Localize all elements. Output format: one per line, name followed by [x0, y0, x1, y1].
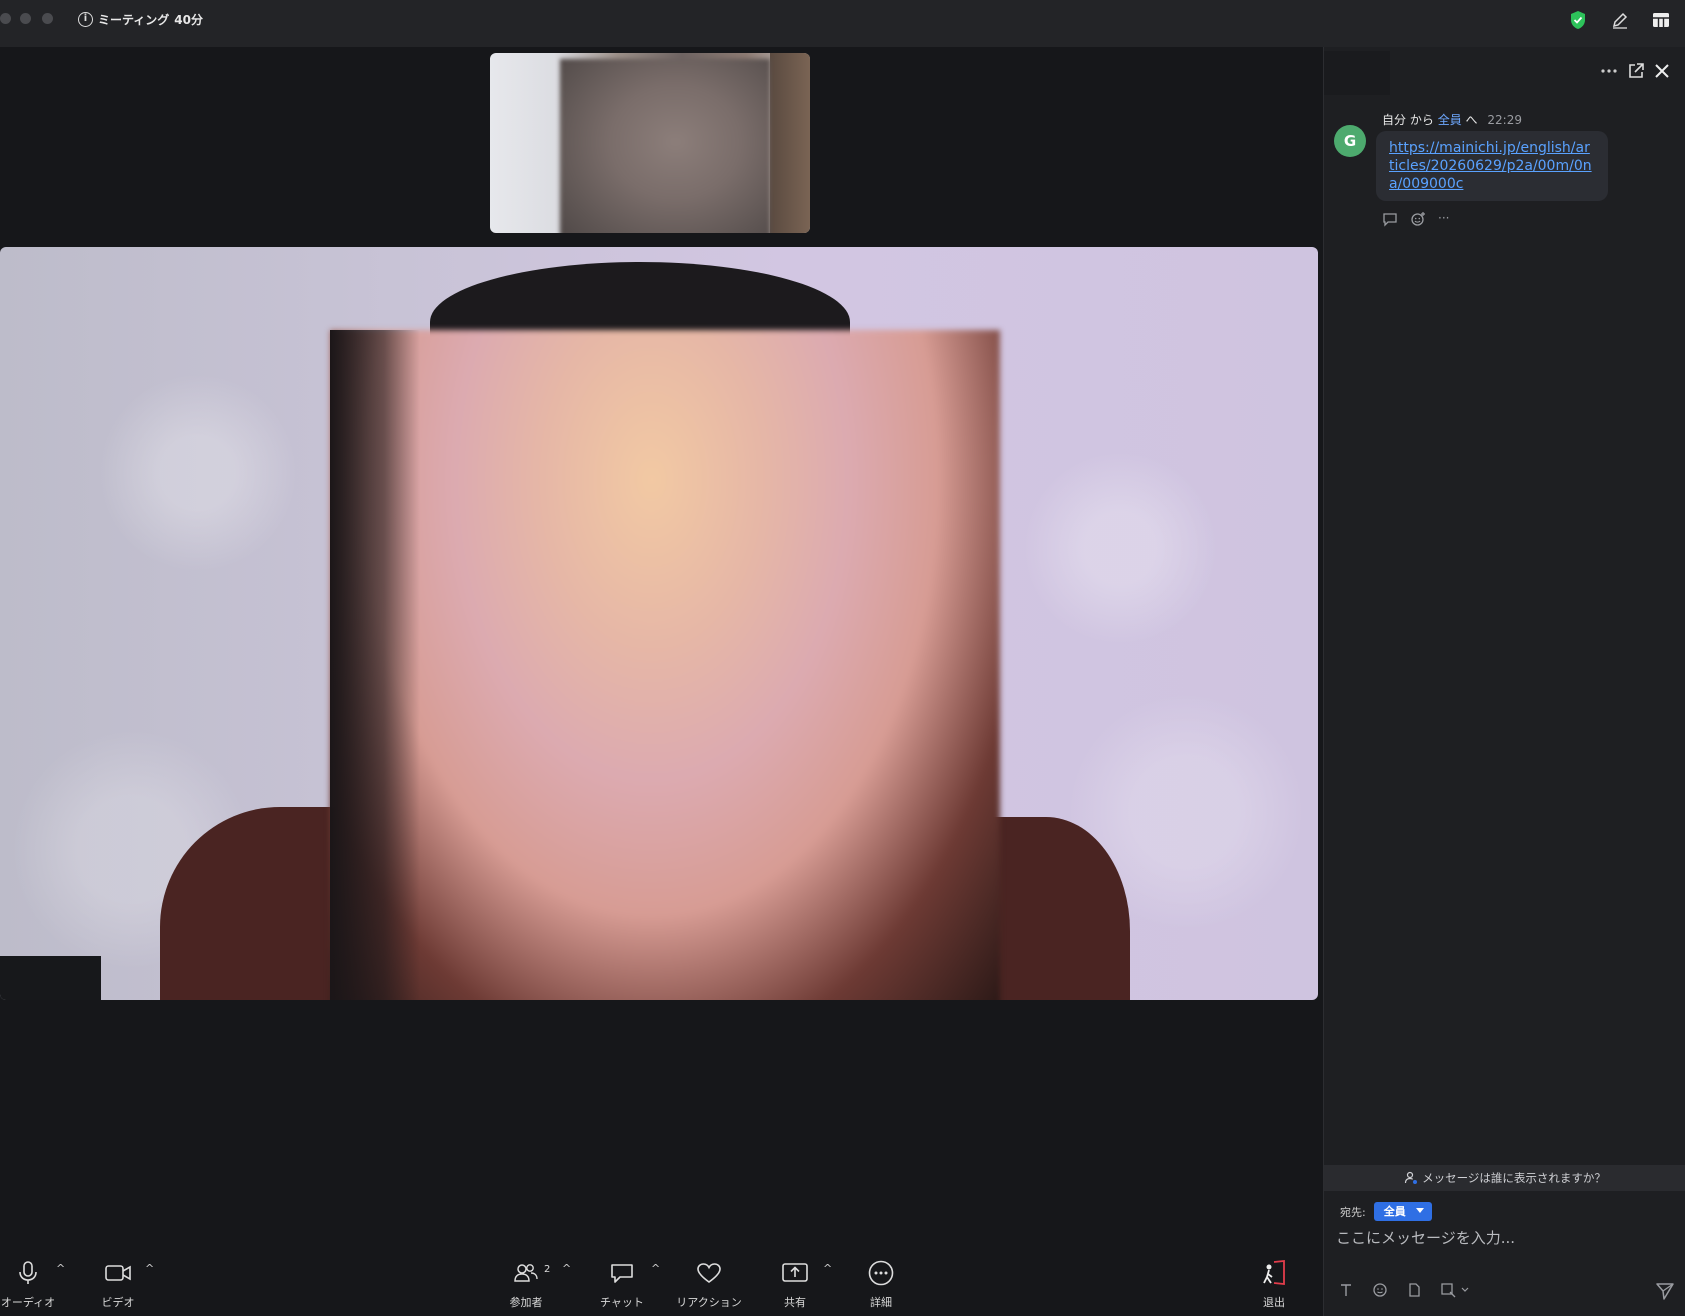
- video-options-caret[interactable]: ^: [145, 1262, 154, 1275]
- recipient-value: 全員: [1383, 1205, 1406, 1218]
- more-message-actions[interactable]: ···: [1438, 211, 1449, 227]
- message-bubble: https://mainichi.jp/english/articles/202…: [1376, 131, 1608, 201]
- avatar: G: [1334, 125, 1366, 157]
- message-actions: ···: [1382, 211, 1449, 227]
- visibility-notice-text: メッセージは誰に表示されますか？: [1422, 1171, 1606, 1185]
- audio-options-caret[interactable]: ^: [56, 1262, 65, 1275]
- chat-label: チャット: [600, 1296, 644, 1309]
- file-icon[interactable]: [1406, 1282, 1422, 1298]
- leave-door-icon: [1263, 1260, 1285, 1285]
- video-stage: [0, 47, 1323, 1250]
- meeting-label: ミーティング: [98, 13, 170, 27]
- share-label: 共有: [784, 1296, 806, 1309]
- more-button[interactable]: 詳細: [841, 1258, 921, 1310]
- video-camera-icon: [105, 1265, 131, 1281]
- window-zoom-button[interactable]: [42, 13, 53, 24]
- more-options-icon[interactable]: [1599, 61, 1619, 81]
- message-meta: 自分 から 全員 へ 22:29: [1382, 111, 1522, 128]
- meeting-duration: 40分: [174, 13, 203, 27]
- zoom-meeting-window: i ミーティング 40分 オーディオ ^ ビデオ ^ 参加者 2 ^ チャット …: [0, 0, 1685, 1316]
- message-link[interactable]: https://mainichi.jp/english/articles/202…: [1389, 140, 1592, 192]
- emoji-icon[interactable]: [1372, 1282, 1388, 1298]
- participants-options-caret[interactable]: ^: [562, 1262, 571, 1275]
- chat-header: [1324, 47, 1685, 95]
- participants-button[interactable]: 参加者: [486, 1258, 566, 1310]
- recipient-label: 宛先:: [1340, 1205, 1366, 1219]
- pop-out-icon[interactable]: [1626, 61, 1646, 81]
- shield-check-icon[interactable]: [1567, 9, 1589, 31]
- speaker-name-tag: [0, 956, 101, 1000]
- blurred-face: [560, 59, 770, 233]
- leave-label: 退出: [1263, 1296, 1285, 1309]
- chevron-down-icon: [1461, 1287, 1469, 1292]
- message-to-word: へ: [1465, 113, 1478, 127]
- screenshot-button[interactable]: [1440, 1282, 1469, 1298]
- chevron-down-icon: [1415, 1208, 1424, 1213]
- grid-layout-icon[interactable]: [1650, 9, 1672, 31]
- chat-panel: G 自分 から 全員 へ 22:29 https://mainichi.jp/e…: [1323, 47, 1685, 1316]
- screenshot-icon: [1441, 1283, 1456, 1298]
- microphone-icon: [19, 1261, 37, 1284]
- leave-button[interactable]: 退出: [1234, 1258, 1314, 1310]
- compose-tools: [1338, 1282, 1469, 1298]
- message-from-word: から: [1409, 113, 1434, 127]
- reactions-label: リアクション: [676, 1296, 742, 1309]
- window-close-button[interactable]: [0, 13, 11, 24]
- recipient-select[interactable]: 全員: [1373, 1202, 1432, 1221]
- info-icon: i: [78, 12, 93, 27]
- pencil-icon[interactable]: [1609, 9, 1631, 31]
- blurred-face: [330, 330, 1000, 1000]
- meeting-info[interactable]: i ミーティング 40分: [78, 11, 203, 28]
- video-label: ビデオ: [101, 1296, 135, 1309]
- message-recipient: 全員: [1437, 113, 1462, 127]
- window-minimize-button[interactable]: [20, 13, 31, 24]
- participant-count: 2: [544, 1264, 551, 1275]
- more-circle-icon: [868, 1260, 894, 1286]
- more-label: 詳細: [870, 1296, 892, 1309]
- close-icon[interactable]: [1652, 61, 1672, 81]
- title-bar: i ミーティング 40分: [0, 0, 1685, 47]
- text-format-icon[interactable]: [1338, 1282, 1354, 1298]
- heart-icon: [697, 1263, 721, 1283]
- recipient-row: 宛先: 全員: [1340, 1202, 1432, 1221]
- chat-bubble-icon: [611, 1264, 633, 1283]
- participants-icon: [514, 1264, 538, 1282]
- person-visibility-icon: [1405, 1171, 1418, 1184]
- meeting-toolbar: オーディオ ^ ビデオ ^ 参加者 2 ^ チャット ^ リアクション 共有 ^…: [0, 1250, 1323, 1316]
- send-icon[interactable]: [1654, 1280, 1676, 1302]
- active-speaker-video[interactable]: [0, 247, 1318, 1000]
- reply-thread-icon[interactable]: [1382, 211, 1398, 227]
- chat-options-caret[interactable]: ^: [651, 1262, 660, 1275]
- participants-label: 参加者: [509, 1296, 543, 1309]
- share-screen-icon: [782, 1263, 808, 1282]
- message-input[interactable]: [1336, 1223, 1676, 1253]
- share-options-caret[interactable]: ^: [823, 1262, 832, 1275]
- audio-label: オーディオ: [0, 1296, 56, 1309]
- message-time: 22:29: [1487, 113, 1522, 127]
- visibility-notice[interactable]: メッセージは誰に表示されますか？: [1324, 1165, 1685, 1191]
- reactions-button[interactable]: リアクション: [669, 1258, 749, 1310]
- message-sender: 自分: [1382, 113, 1407, 127]
- participant-thumbnail-video[interactable]: [490, 53, 810, 233]
- add-emoji-icon[interactable]: [1410, 211, 1426, 227]
- chat-button[interactable]: チャット: [582, 1258, 662, 1310]
